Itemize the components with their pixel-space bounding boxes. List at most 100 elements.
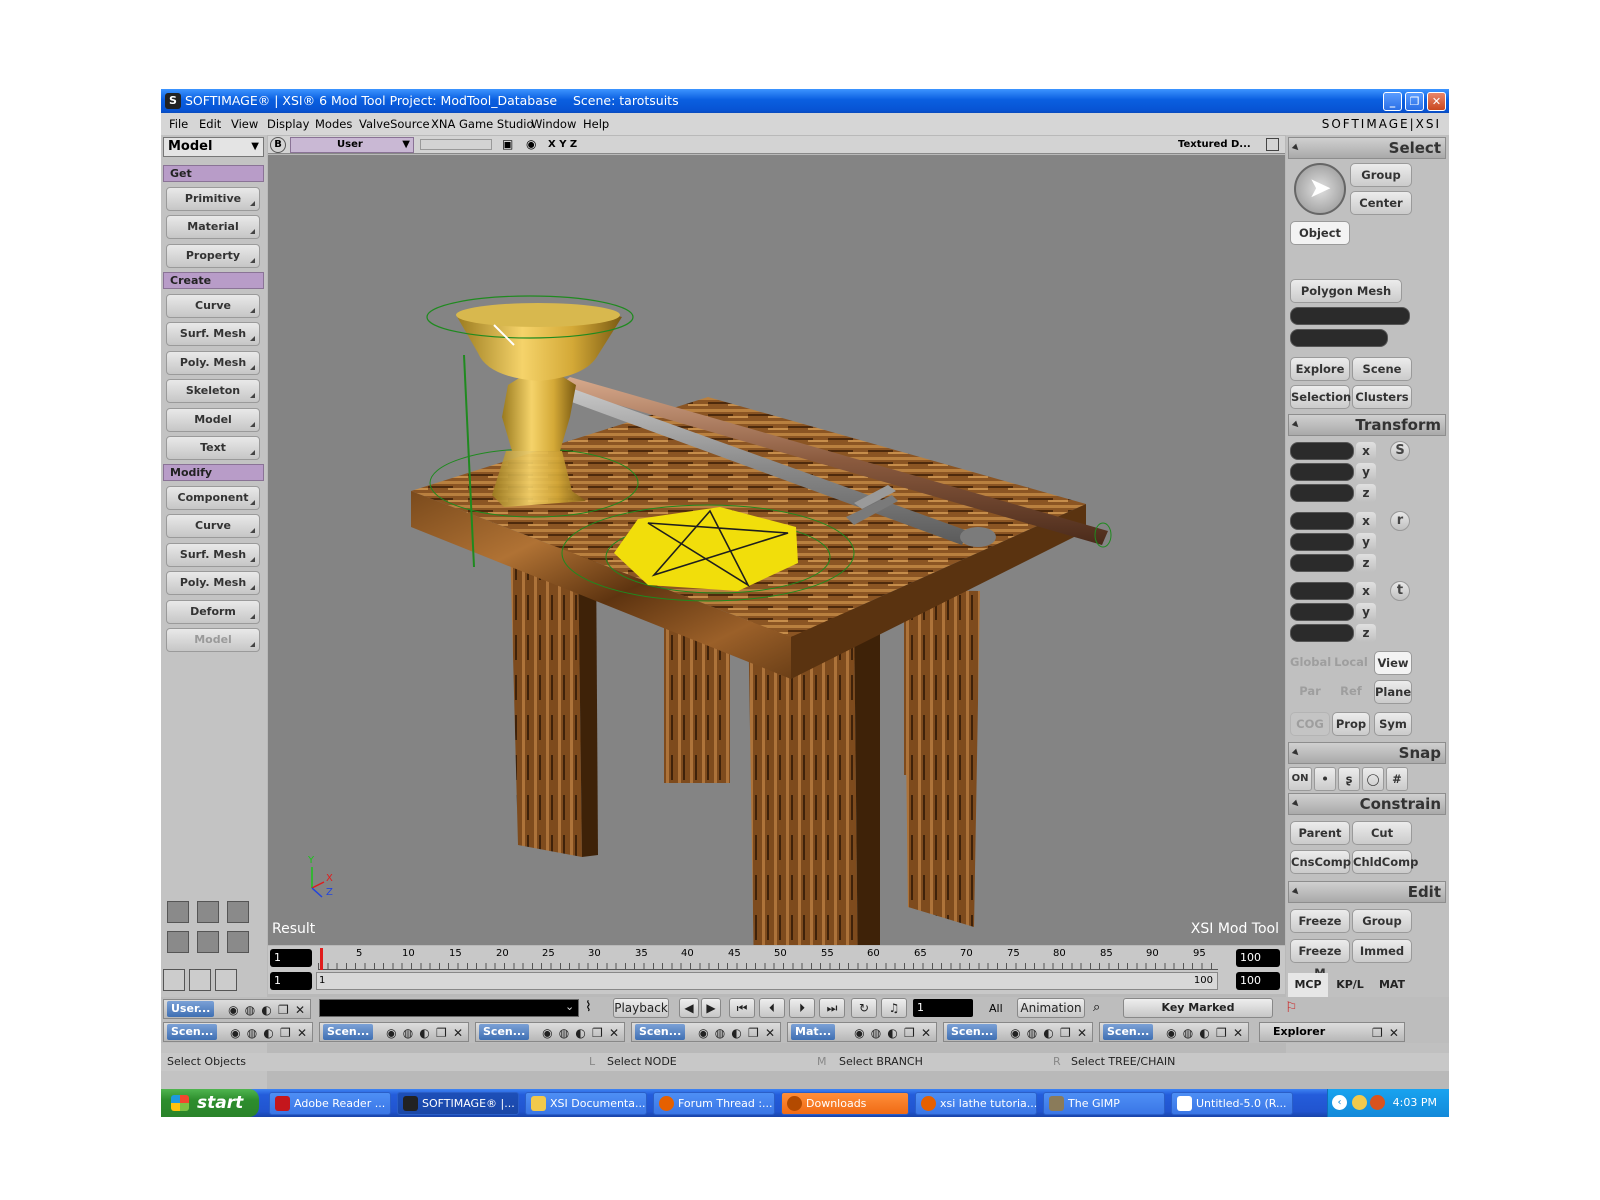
local-button[interactable]: Local (1332, 651, 1370, 675)
tray-arrow-icon[interactable]: ‹ (1332, 1095, 1347, 1110)
layout-split-b-icon[interactable] (197, 931, 219, 953)
scale-x-axis[interactable]: x (1356, 442, 1376, 460)
menu-valvesource[interactable]: ValveSource (359, 113, 430, 135)
par-button[interactable]: Par (1290, 680, 1330, 704)
playhead[interactable] (320, 948, 323, 970)
viewer-chip[interactable]: Scen... ◉ ◍ ◐ ❐ ✕ (1099, 1022, 1249, 1042)
create-surf-mesh-button[interactable]: Surf. Mesh (166, 322, 260, 346)
render-icon[interactable] (215, 969, 237, 991)
camera-icon[interactable]: ▣ (502, 137, 513, 151)
first-frame-icon[interactable]: ◀ (679, 998, 699, 1018)
range-slider[interactable]: 1 100 (316, 972, 1218, 990)
polygon-mesh-button[interactable]: Polygon Mesh (1290, 279, 1402, 303)
security-icon[interactable] (1370, 1095, 1385, 1110)
timeline-ruler[interactable]: 5 10 15 20 25 30 35 40 45 50 55 60 65 70… (318, 948, 1218, 970)
all-keys-label[interactable]: All (989, 1002, 1003, 1015)
viewer-chip[interactable]: Scen... ◉ ◍ ◐ ❐ ✕ (943, 1022, 1093, 1042)
transform-section-header[interactable]: Transform (1288, 414, 1446, 436)
current-frame-field[interactable]: 1 (270, 949, 312, 967)
network-icon[interactable] (1352, 1095, 1367, 1110)
layout-grid-icon[interactable] (227, 901, 249, 923)
scale-z-axis[interactable]: z (1356, 484, 1376, 502)
layout-split-c-icon[interactable] (227, 931, 249, 953)
end-frame-field-2[interactable]: 100 (1236, 972, 1280, 990)
snap-point-icon[interactable]: • (1314, 767, 1336, 791)
tab-mat[interactable]: MAT (1372, 973, 1412, 997)
explorer-chip[interactable]: Explorer ❐ ✕ (1259, 1022, 1405, 1042)
paint-brush-icon[interactable] (189, 969, 211, 991)
translate-x-axis[interactable]: x (1356, 582, 1376, 600)
rotate-y-field[interactable] (1290, 533, 1354, 551)
translate-y-axis[interactable]: y (1356, 603, 1376, 621)
translate-y-field[interactable] (1290, 603, 1354, 621)
scale-z-field[interactable] (1290, 484, 1354, 502)
clock[interactable]: 4:03 PM (1393, 1096, 1437, 1109)
snap-grid-icon[interactable]: # (1386, 767, 1408, 791)
rotate-z-field[interactable] (1290, 554, 1354, 572)
viewport-mode-b-button[interactable]: B (270, 137, 286, 153)
axes-label[interactable]: X Y Z (548, 139, 577, 150)
viewer-chip[interactable]: Mat... ◉ ◍ ◐ ❐ ✕ (787, 1022, 937, 1042)
viewport-tool-buttons[interactable] (420, 139, 492, 150)
auto-key-icon[interactable]: ⚐ (1285, 1000, 1298, 1016)
parent-button[interactable]: Parent (1290, 821, 1350, 845)
step-forward-icon[interactable]: ⏵ (789, 998, 815, 1018)
start-button[interactable]: start (161, 1089, 259, 1117)
layout-quad-icon[interactable] (167, 901, 189, 923)
rotate-y-axis[interactable]: y (1356, 533, 1376, 551)
display-mode-menu[interactable]: Textured D... (1178, 139, 1251, 150)
scale-y-field[interactable] (1290, 463, 1354, 481)
material-button[interactable]: Material (166, 215, 260, 239)
chldcomp-button[interactable]: ChldComp (1352, 850, 1418, 874)
explore-button[interactable]: Explore (1290, 357, 1350, 381)
snap-on-button[interactable]: ON (1288, 767, 1312, 791)
modify-poly-mesh-button[interactable]: Poly. Mesh (166, 571, 260, 595)
chevron-down-icon[interactable]: ⌄ (565, 1000, 574, 1013)
create-poly-mesh-button[interactable]: Poly. Mesh (166, 351, 260, 375)
freeze-button[interactable]: Freeze (1290, 909, 1350, 933)
user-view-chip[interactable]: User... ◉ ◍ ◐ ❐ ✕ (163, 999, 311, 1019)
key-marked-parameters-button[interactable]: Key Marked Parameters (1123, 998, 1273, 1032)
create-curve-button[interactable]: Curve (166, 294, 260, 318)
rotate-x-axis[interactable]: x (1356, 512, 1376, 530)
task-forum-thread[interactable]: Forum Thread :... (653, 1092, 775, 1115)
select-group-button[interactable]: Group (1350, 163, 1412, 187)
loop-icon[interactable]: ↻ (851, 998, 877, 1018)
audio-icon[interactable]: ♫ (881, 998, 907, 1018)
viewer-chip[interactable]: Scen... ◉ ◍ ◐ ❐ ✕ (475, 1022, 625, 1042)
menu-file[interactable]: File (169, 113, 188, 135)
camera-selector[interactable]: User ▼ (290, 137, 414, 153)
tab-kpl[interactable]: KP/L (1330, 973, 1370, 997)
last-frame-icon[interactable]: ▶ (701, 998, 721, 1018)
playback-menu-button[interactable]: Playback (613, 998, 669, 1018)
scale-y-axis[interactable]: y (1356, 463, 1376, 481)
modify-deform-button[interactable]: Deform (166, 600, 260, 624)
snap-curve-icon[interactable]: ʂ (1338, 767, 1360, 791)
prop-button[interactable]: Prop (1332, 712, 1370, 736)
playback-frame-field[interactable]: 1 (913, 999, 973, 1017)
maximize-viewport-icon[interactable] (1266, 138, 1279, 151)
translate-z-field[interactable] (1290, 624, 1354, 642)
maximize-button[interactable]: ❐ (1405, 92, 1424, 111)
task-xsi-docs[interactable]: XSI Documenta... (525, 1092, 647, 1115)
softimage-app-icon[interactable]: S (165, 93, 181, 109)
schematic-icon[interactable] (163, 969, 185, 991)
select-center-button[interactable]: Center (1350, 191, 1412, 215)
command-line-input[interactable] (319, 999, 579, 1017)
clusters-button[interactable]: Clusters (1352, 385, 1412, 409)
animation-menu-button[interactable]: Animation (1017, 998, 1085, 1018)
select-arrow-icon[interactable]: ➤ (1294, 163, 1346, 215)
timeline[interactable]: 1 1 5 10 15 20 25 30 35 40 45 50 55 60 6… (268, 946, 1285, 994)
view-button[interactable]: View (1374, 651, 1412, 675)
rotate-button[interactable]: r (1390, 511, 1410, 531)
immed-button[interactable]: Immed (1352, 939, 1412, 963)
fast-forward-icon[interactable]: ⏭ (819, 998, 845, 1018)
modify-model-button[interactable]: Model (166, 628, 260, 652)
cut-button[interactable]: Cut (1352, 821, 1412, 845)
section-get[interactable]: Get (163, 165, 264, 182)
step-back-icon[interactable]: ⏴ (759, 998, 785, 1018)
selection-name-field[interactable] (1290, 307, 1410, 325)
create-text-button[interactable]: Text (166, 436, 260, 460)
cnscomp-button[interactable]: CnsComp (1290, 850, 1351, 874)
start-frame-field[interactable]: 1 (270, 972, 312, 990)
